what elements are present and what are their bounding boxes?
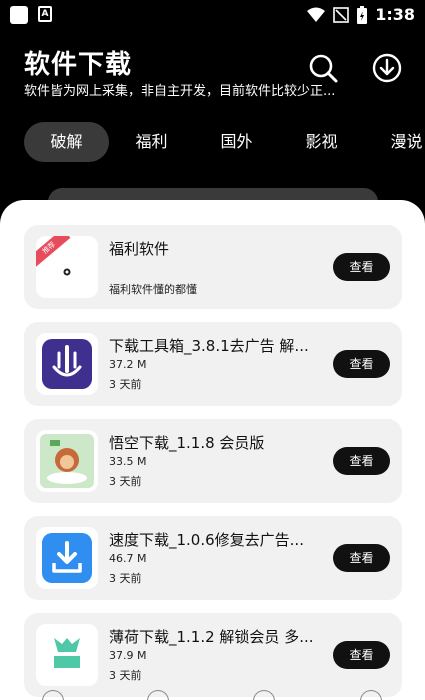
app-size: 46.7 M: [109, 552, 147, 565]
mint-download-icon: [36, 624, 98, 686]
wukong-download-icon: [36, 430, 98, 492]
view-button[interactable]: 查看: [333, 253, 390, 281]
app-card[interactable]: 薄荷下载_1.1.2 解锁会员 多... 37.9 M 3 天前 查看: [24, 613, 402, 697]
app-name: 下载工具箱_3.8.1去广告 解...: [109, 337, 309, 355]
app-notification-icon: A: [38, 6, 52, 22]
search-icon: [309, 54, 338, 83]
app-name: 速度下载_1.0.6修复去广告...: [109, 531, 304, 549]
app-card[interactable]: 速度下载_1.0.6修复去广告... 46.7 M 3 天前 查看: [24, 516, 402, 600]
page-title: 软件下载: [24, 50, 133, 80]
wifi-icon: [307, 7, 326, 22]
clock: 1:38: [375, 5, 415, 24]
tab-video[interactable]: 影视: [279, 122, 364, 162]
view-button[interactable]: 查看: [333, 641, 390, 669]
tab-welfare[interactable]: 福利: [109, 122, 194, 162]
tab-comics[interactable]: 漫说: [364, 122, 425, 162]
view-button[interactable]: 查看: [333, 447, 390, 475]
app-card[interactable]: 悟空下载_1.1.8 会员版 33.5 M 3 天前 查看: [24, 419, 402, 503]
battery-charging-icon: [357, 5, 368, 24]
app-size: 33.5 M: [109, 455, 147, 468]
signal-off-icon: [333, 6, 350, 23]
app-date: 3 天前: [109, 669, 142, 682]
status-bar: A 1:38: [0, 0, 425, 32]
app-date: 3 天前: [109, 475, 142, 488]
page-subtitle: 软件皆为网上采集，非自主开发，目前软件比较少正...: [24, 84, 336, 99]
app-name: 福利软件: [109, 240, 170, 258]
tab-crack[interactable]: 破解: [24, 122, 109, 162]
download-icon: [372, 53, 402, 83]
tab-foreign[interactable]: 国外: [194, 122, 279, 162]
category-tabs: 破解 福利 国外 影视 漫说: [24, 122, 425, 162]
view-button[interactable]: 查看: [333, 350, 390, 378]
app-card[interactable]: 推荐 福利软件 福利软件懂的都懂 查看: [24, 225, 402, 309]
app-name: 薄荷下载_1.1.2 解锁会员 多...: [109, 628, 314, 646]
app-date: 3 天前: [109, 378, 142, 391]
notification-icon: [10, 6, 28, 24]
app-name: 悟空下载_1.1.8 会员版: [109, 434, 265, 452]
download-toolbox-icon: [36, 333, 98, 395]
welfare-app-icon: 推荐: [36, 236, 98, 298]
speed-download-icon: [36, 527, 98, 589]
app-card[interactable]: 下载工具箱_3.8.1去广告 解... 37.2 M 3 天前 查看: [24, 322, 402, 406]
app-size: 37.2 M: [109, 358, 147, 371]
download-button[interactable]: [371, 52, 403, 84]
view-button[interactable]: 查看: [333, 544, 390, 572]
app-description: 福利软件懂的都懂: [109, 283, 197, 296]
app-date: 3 天前: [109, 572, 142, 585]
app-size: 37.9 M: [109, 649, 147, 662]
search-button[interactable]: [307, 52, 339, 84]
app-list-sheet: 推荐 福利软件 福利软件懂的都懂 查看 下载工具箱_3.8.1去广告 解... …: [0, 200, 425, 700]
